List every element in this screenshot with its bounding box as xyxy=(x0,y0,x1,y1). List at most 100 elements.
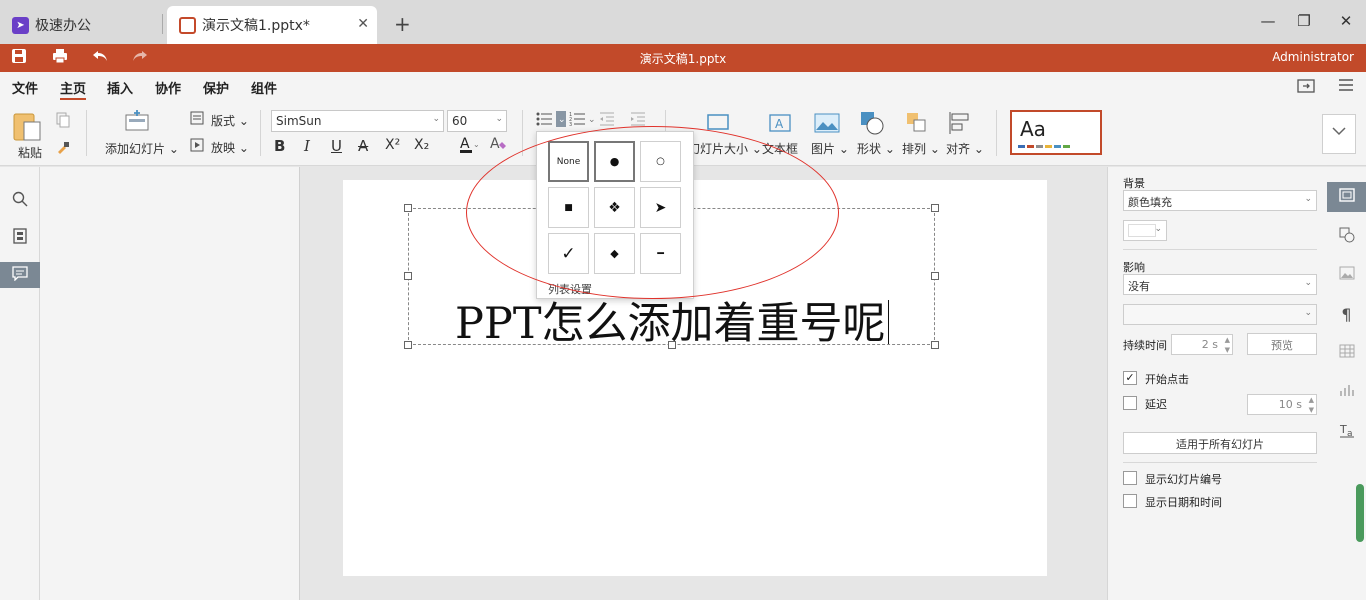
paste-icon[interactable] xyxy=(12,110,42,146)
search-icon[interactable] xyxy=(0,187,40,213)
numbered-list-icon[interactable]: 1 2 3 ⌄ xyxy=(569,111,597,131)
minimize-icon[interactable]: — xyxy=(1258,12,1278,30)
layout-label[interactable]: 版式 ⌄ xyxy=(211,112,249,129)
resize-handle[interactable] xyxy=(931,204,939,212)
show-datetime-checkbox[interactable] xyxy=(1123,494,1137,508)
play-label[interactable]: 放映 ⌄ xyxy=(211,139,249,156)
preview-button[interactable]: 预览 xyxy=(1247,333,1317,355)
menu-home[interactable]: 主页 xyxy=(60,78,87,100)
list-settings-link[interactable]: 列表设置 xyxy=(548,281,592,297)
resize-handle[interactable] xyxy=(931,272,939,280)
duration-label: 持续时间 xyxy=(1123,339,1167,352)
paragraph-settings-icon[interactable]: ¶ xyxy=(1327,299,1366,329)
add-slide-icon[interactable] xyxy=(124,110,150,136)
bullet-option-checkmark[interactable]: ✓ xyxy=(548,233,589,274)
comments-icon[interactable] xyxy=(0,262,40,288)
image-settings-icon[interactable] xyxy=(1327,260,1366,290)
textbox-icon[interactable]: A xyxy=(768,113,792,137)
bullet-option-arrow[interactable]: ➤ xyxy=(640,187,681,228)
close-window-icon[interactable]: ✕ xyxy=(1336,12,1356,30)
slide-size-icon[interactable] xyxy=(706,113,730,137)
resize-handle[interactable] xyxy=(404,341,412,349)
new-tab-button[interactable]: + xyxy=(394,12,411,36)
slides-panel-icon[interactable] xyxy=(0,224,40,250)
clear-format-icon[interactable]: A xyxy=(489,135,507,157)
delay-input[interactable]: 10 s ▲ ▼ xyxy=(1247,394,1317,415)
bold-button[interactable]: B xyxy=(274,137,285,155)
scrollbar-thumb[interactable] xyxy=(1356,484,1364,542)
subscript-button[interactable]: X₂ xyxy=(414,137,429,153)
theme-thumbnail[interactable]: Aa xyxy=(1010,110,1102,155)
spinner-arrows-icon[interactable]: ▲ ▼ xyxy=(1309,395,1314,415)
text-art-settings-icon[interactable]: Ta xyxy=(1327,416,1366,446)
arrange-label[interactable]: 排列 ⌄ xyxy=(902,140,940,157)
add-slide-label[interactable]: 添加幻灯片 ⌄ xyxy=(105,140,179,157)
user-name[interactable]: Administrator xyxy=(1272,50,1354,64)
background-color-picker[interactable]: ⌄ xyxy=(1123,220,1167,241)
slide[interactable]: PPT怎么添加着重号呢 xyxy=(343,180,1047,576)
picture-label[interactable]: 图片 ⌄ xyxy=(811,140,849,157)
bullet-option-diamond[interactable]: ◆ xyxy=(594,233,635,274)
resize-handle[interactable] xyxy=(404,272,412,280)
copy-icon[interactable] xyxy=(55,112,71,132)
menu-protect[interactable]: 保护 xyxy=(203,78,229,97)
format-painter-icon[interactable] xyxy=(55,140,71,160)
menu-collaborate[interactable]: 协作 xyxy=(155,78,181,97)
effect-select[interactable]: 没有 ⌄ xyxy=(1123,274,1317,295)
hamburger-menu-icon[interactable] xyxy=(1338,78,1354,95)
add-slide-text: 添加幻灯片 xyxy=(105,142,166,156)
tab-document[interactable]: 演示文稿1.pptx* ✕ xyxy=(167,6,377,44)
show-slide-number-checkbox[interactable] xyxy=(1123,471,1137,485)
shape-label[interactable]: 形状 ⌄ xyxy=(857,140,895,157)
svg-text:3: 3 xyxy=(569,122,572,127)
slide-thumbnail-panel[interactable] xyxy=(40,167,300,600)
bullet-option-dash[interactable]: ━ xyxy=(640,233,681,274)
start-on-click-checkbox[interactable]: ✓ xyxy=(1123,371,1137,385)
bullet-option-hollow-circle[interactable]: ○ xyxy=(640,141,681,182)
superscript-button[interactable]: X² xyxy=(385,137,400,153)
play-icon[interactable] xyxy=(190,138,204,156)
menu-insert[interactable]: 插入 xyxy=(107,78,133,97)
bullet-option-filled-circle[interactable]: ● xyxy=(594,141,635,182)
delay-checkbox[interactable] xyxy=(1123,396,1137,410)
open-folder-icon[interactable] xyxy=(1297,78,1315,98)
tab-home[interactable]: ➤ 极速办公 xyxy=(0,6,162,44)
chart-settings-icon[interactable] xyxy=(1327,377,1366,407)
table-settings-icon[interactable] xyxy=(1327,338,1366,368)
resize-handle[interactable] xyxy=(931,341,939,349)
close-tab-icon[interactable]: ✕ xyxy=(357,16,369,32)
layout-icon[interactable] xyxy=(190,111,204,129)
font-size-select[interactable]: 60 ⌄ xyxy=(447,110,507,132)
square-icon: ■ xyxy=(564,202,573,213)
align-label[interactable]: 对齐 ⌄ xyxy=(946,140,984,157)
slide-settings-icon[interactable] xyxy=(1327,182,1366,212)
menu-components[interactable]: 组件 xyxy=(251,78,277,97)
spinner-arrows-icon[interactable]: ▲ ▼ xyxy=(1225,335,1230,355)
picture-icon[interactable] xyxy=(814,113,840,137)
expand-ribbon-button[interactable] xyxy=(1322,114,1356,154)
duration-input[interactable]: 2 s ▲ ▼ xyxy=(1171,334,1233,355)
shape-icon[interactable] xyxy=(860,111,884,139)
decrease-indent-icon[interactable] xyxy=(599,111,615,131)
font-name-select[interactable]: SimSun ⌄ xyxy=(271,110,444,132)
apply-to-all-slides-button[interactable]: 适用于所有幻灯片 xyxy=(1123,432,1317,454)
show-datetime-label: 显示日期和时间 xyxy=(1145,496,1222,509)
shape-settings-icon[interactable] xyxy=(1327,221,1366,251)
background-fill-select[interactable]: 颜色填充 ⌄ xyxy=(1123,190,1317,211)
slide-size-label[interactable]: 幻灯片大小 ⌄ xyxy=(688,140,762,157)
menu-file[interactable]: 文件 xyxy=(12,78,38,97)
maximize-icon[interactable]: ❐ xyxy=(1294,12,1314,30)
bullet-option-none[interactable]: None xyxy=(548,141,589,182)
effect-option-select[interactable]: ⌄ xyxy=(1123,304,1317,325)
bullet-option-diamond-cluster[interactable]: ❖ xyxy=(594,187,635,228)
italic-button[interactable]: I xyxy=(304,137,310,155)
underline-button[interactable]: U xyxy=(331,137,342,155)
bullet-option-square[interactable]: ■ xyxy=(548,187,589,228)
increase-indent-icon[interactable] xyxy=(630,111,646,131)
strikethrough-button[interactable]: A xyxy=(358,137,368,155)
align-icon[interactable] xyxy=(948,111,972,139)
resize-handle[interactable] xyxy=(404,204,412,212)
arrange-icon[interactable] xyxy=(906,112,928,138)
font-color-icon[interactable]: A ⌄ xyxy=(458,135,480,159)
bullet-list-icon[interactable]: ⌄ xyxy=(536,111,568,131)
